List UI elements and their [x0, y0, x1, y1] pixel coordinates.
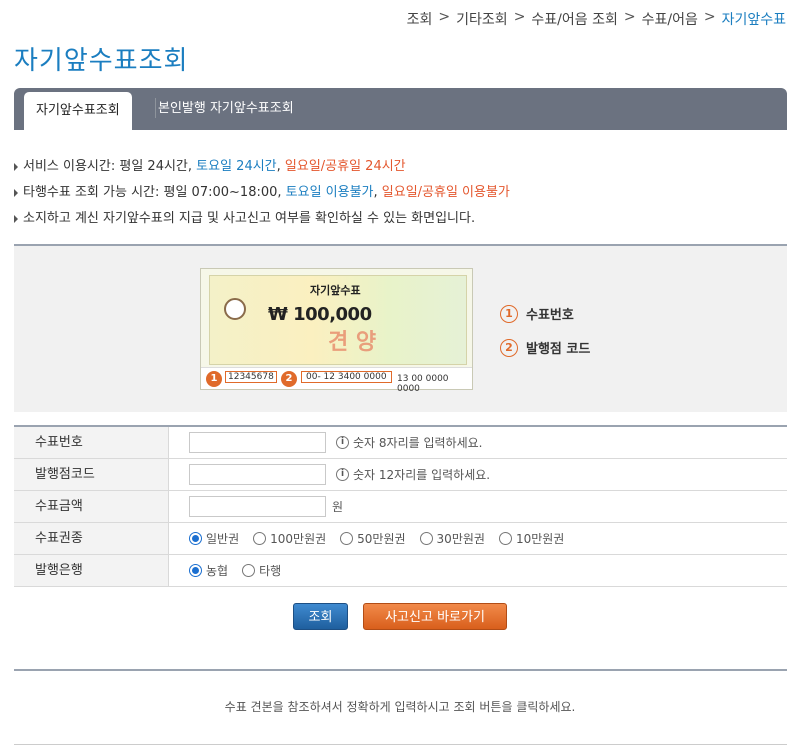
form-row: 수표번호 i 숫자 8자리를 입력하세요. [14, 427, 787, 459]
inquiry-form: 수표번호 i 숫자 8자리를 입력하세요. 발행점코드 i 숫자 12자리를 입력하… [14, 425, 787, 587]
radio-icon[interactable] [340, 532, 354, 545]
denomination-option-1m[interactable]: 100만원권 [253, 530, 326, 547]
legend-item: 2 발행점 코드 [500, 338, 590, 357]
form-row: 수표금액 원 [14, 491, 787, 523]
branch-code-label: 발행점코드 [14, 459, 169, 490]
check-number-label: 수표번호 [14, 427, 169, 458]
marker-2-icon: 2 [281, 371, 297, 387]
page-title: 자기앞수표조회 [14, 46, 189, 76]
branch-code-sample: 00- 12 3400 0000 [301, 371, 392, 383]
denomination-option-500k[interactable]: 50만원권 [340, 530, 406, 547]
report-accident-button[interactable]: 사고신고 바로가기 [363, 603, 507, 630]
tab-cashier-check-inquiry[interactable]: 자기앞수표조회 [24, 92, 132, 130]
breadcrumb-current: 자기앞수표 [721, 12, 786, 28]
note-other-bank-hours: 타행수표 조회 가능 시간: 평일 07:00~18:00, 토요일 이용불가,… [14, 180, 510, 206]
breadcrumb: 조회 > 기타조회 > 수표/어음 조회 > 수표/어음 > 자기앞수표 [407, 9, 786, 29]
radio-icon[interactable] [498, 532, 512, 545]
footer-instruction: 수표 견본을 참조하셔서 정확하게 입력하시고 조회 버튼을 클릭하세요. [224, 700, 576, 714]
breadcrumb-separator: > [703, 9, 716, 25]
radio-selected-icon[interactable] [189, 532, 202, 545]
legend-item: 1 수표번호 [500, 304, 590, 323]
button-group: 조회 사고신고 바로가기 [0, 603, 800, 630]
amount-unit: 원 [332, 500, 344, 514]
check-legend: 1 수표번호 2 발행점 코드 [500, 304, 590, 372]
denomination-option-100k[interactable]: 10만원권 [498, 530, 564, 547]
branch-code-hint: 숫자 12자리를 입력하세요. [353, 468, 491, 482]
check-tail-number: 13 00 0000 0000 [397, 374, 449, 394]
breadcrumb-item[interactable]: 수표/어음 조회 [531, 9, 617, 29]
note-service-hours: 서비스 이용시간: 평일 24시간, 토요일 24시간, 일요일/공휴일 24시… [14, 154, 510, 180]
sample-check-panel: 자기앞수표 ₩ 100,000 견 양 1 12345678 2 00- 12 … [14, 244, 787, 412]
radio-icon[interactable] [242, 564, 256, 577]
breadcrumb-separator: > [623, 9, 636, 25]
breadcrumb-item[interactable]: 기타조회 [456, 9, 508, 29]
form-row: 발행점코드 i 숫자 12자리를 입력하세요. [14, 459, 787, 491]
bank-label: 발행은행 [14, 555, 169, 586]
form-row: 발행은행 농협 타행 [14, 555, 787, 587]
check-title: 자기앞수표 [310, 284, 361, 297]
amount-input[interactable] [189, 496, 326, 517]
check-bottom-strip: 1 12345678 2 00- 12 3400 0000 13 00 0000… [201, 367, 472, 394]
tab-self-issued-inquiry[interactable]: 본인발행 자기앞수표조회 [146, 88, 306, 130]
divider [14, 669, 787, 671]
radio-icon[interactable] [419, 532, 433, 545]
info-icon: i [336, 436, 349, 449]
info-icon: i [336, 468, 349, 481]
bank-emblem-icon [224, 298, 246, 320]
divider [14, 744, 787, 745]
denomination-option-300k[interactable]: 30만원권 [419, 530, 485, 547]
sample-check-image: 자기앞수표 ₩ 100,000 견 양 1 12345678 2 00- 12 … [200, 268, 473, 394]
form-row: 수표권종 일반권 100만원권 50만원권 30만원권 10만원권 [14, 523, 787, 555]
check-amount: ₩ 100,000 [268, 304, 372, 325]
denomination-option-general[interactable]: 일반권 [189, 530, 239, 547]
check-number-input[interactable] [189, 432, 326, 453]
note-description: 소지하고 계신 자기앞수표의 지급 및 사고신고 여부를 확인하실 수 있는 화… [14, 206, 510, 232]
search-button[interactable]: 조회 [293, 603, 348, 630]
number-1-icon: 1 [500, 304, 518, 323]
service-notes: 서비스 이용시간: 평일 24시간, 토요일 24시간, 일요일/공휴일 24시… [14, 154, 510, 232]
breadcrumb-item[interactable]: 조회 [407, 9, 433, 29]
number-2-icon: 2 [500, 338, 518, 357]
breadcrumb-separator: > [513, 9, 526, 25]
marker-1-icon: 1 [206, 371, 222, 387]
check-seal-text: 견 양 [328, 330, 377, 355]
radio-selected-icon[interactable] [189, 564, 202, 577]
bank-option-nh[interactable]: 농협 [189, 562, 228, 579]
radio-icon[interactable] [253, 532, 267, 545]
check-number-hint: 숫자 8자리를 입력하세요. [353, 436, 483, 450]
denomination-label: 수표권종 [14, 523, 169, 554]
breadcrumb-item[interactable]: 수표/어음 [642, 9, 698, 29]
breadcrumb-separator: > [438, 9, 451, 25]
tab-bar: 자기앞수표조회 본인발행 자기앞수표조회 [14, 88, 787, 130]
branch-code-input[interactable] [189, 464, 326, 485]
amount-label: 수표금액 [14, 491, 169, 522]
check-number-sample: 12345678 [225, 371, 277, 383]
bank-option-other[interactable]: 타행 [242, 562, 281, 579]
